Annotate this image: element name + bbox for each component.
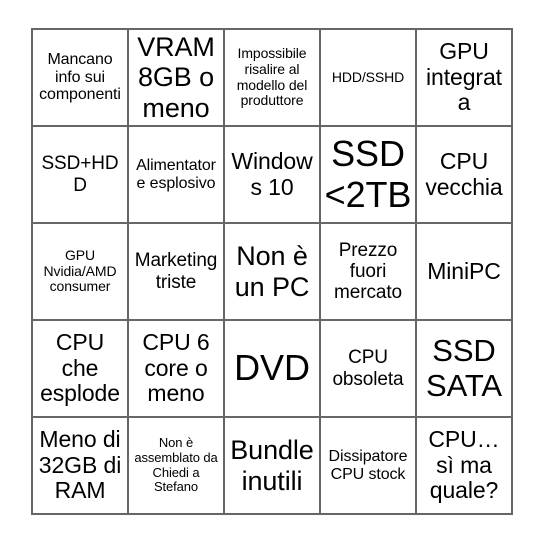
bingo-cell-r4c4[interactable]: CPU obsoleta [321, 321, 417, 418]
bingo-cell-r1c5[interactable]: GPU integrata [417, 30, 513, 127]
bingo-cell-r1c1[interactable]: Mancano info sui componenti [33, 30, 129, 127]
bingo-cell-label: Prezzo fuori mercato [334, 239, 402, 304]
bingo-cell-label: Marketing triste [134, 250, 218, 293]
bingo-cell-label: CPU che esplode [40, 328, 120, 407]
bingo-cell-r3c2[interactable]: Marketing triste [129, 224, 225, 321]
bingo-cell-r5c1[interactable]: Meno di 32GB di RAM [33, 418, 129, 515]
bingo-cell-label: HDD/SSHD [331, 68, 405, 85]
bingo-cell-label: Mancano info sui componenti [39, 50, 121, 104]
bingo-cell-r1c3[interactable]: Impossibile risalire al modello del prod… [225, 30, 321, 127]
bingo-cell-label: VRAM 8GB o meno [137, 32, 215, 123]
bingo-cell-label: SSD+HDD [41, 153, 119, 196]
bingo-cell-label: MiniPC [427, 257, 501, 284]
bingo-cell-label: Impossibile risalire al modello del prod… [236, 45, 308, 109]
bingo-cell-r1c4[interactable]: HDD/SSHD [321, 30, 417, 127]
bingo-cell-r2c5[interactable]: CPU vecchia [417, 127, 513, 224]
bingo-cell-label: CPU… sì ma quale? [428, 425, 500, 504]
bingo-cell-label: CPU 6 core o meno [142, 328, 210, 407]
bingo-cell-label: CPU vecchia [425, 147, 503, 200]
bingo-cell-r4c5[interactable]: SSD SATA [417, 321, 513, 418]
bingo-cell-label: GPU Nvidia/AMD consumer [43, 246, 117, 295]
bingo-cell-r2c2[interactable]: Alimentatore esplosivo [129, 127, 225, 224]
bingo-cell-label: Bundle inutili [230, 435, 314, 496]
bingo-cell-label: Meno di 32GB di RAM [38, 425, 122, 504]
bingo-cell-label: DVD [234, 347, 310, 389]
bingo-cell-r5c5[interactable]: CPU… sì ma quale? [417, 418, 513, 515]
bingo-cell-r3c4[interactable]: Prezzo fuori mercato [321, 224, 417, 321]
bingo-cell-r3c5[interactable]: MiniPC [417, 224, 513, 321]
bingo-cell-r3c3[interactable]: Non è un PC [225, 224, 321, 321]
bingo-cell-r5c3[interactable]: Bundle inutili [225, 418, 321, 515]
bingo-cell-r4c2[interactable]: CPU 6 core o meno [129, 321, 225, 418]
bingo-cell-r5c4[interactable]: Dissipatore CPU stock [321, 418, 417, 515]
bingo-cell-label: CPU obsoleta [332, 347, 404, 390]
bingo-cell-r1c2[interactable]: VRAM 8GB o meno [129, 30, 225, 127]
bingo-cell-label: GPU integrata [426, 37, 502, 116]
bingo-cell-label: Non è assemblato da Chiedi a Stefano [134, 435, 218, 495]
bingo-cell-r4c3[interactable]: DVD [225, 321, 321, 418]
bingo-cell-r2c3[interactable]: Windows 10 [225, 127, 321, 224]
bingo-cell-label: Dissipatore CPU stock [328, 447, 408, 483]
bingo-cell-r4c1[interactable]: CPU che esplode [33, 321, 129, 418]
bingo-cell-label: SSD <2TB [324, 133, 412, 215]
bingo-card-grid: Mancano info sui componenti VRAM 8GB o me… [31, 28, 513, 515]
bingo-cell-r2c4[interactable]: SSD <2TB [321, 127, 417, 224]
bingo-cell-label: SSD SATA [426, 332, 502, 403]
bingo-cell-r5c2[interactable]: Non è assemblato da Chiedi a Stefano [129, 418, 225, 515]
bingo-cell-r3c1[interactable]: GPU Nvidia/AMD consumer [33, 224, 129, 321]
bingo-cell-label: Non è un PC [234, 241, 310, 302]
bingo-cell-r2c1[interactable]: SSD+HDD [33, 127, 129, 224]
bingo-cell-label: Alimentatore esplosivo [136, 156, 216, 192]
bingo-cell-label: Windows 10 [231, 147, 313, 200]
